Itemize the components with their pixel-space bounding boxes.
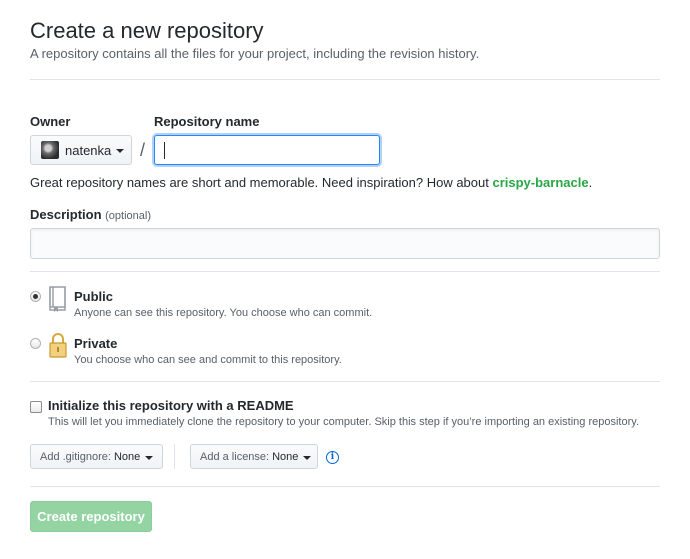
chevron-down-icon [145, 455, 154, 460]
hint-text: Great repository names are short and mem… [30, 175, 493, 190]
avatar [41, 141, 59, 159]
page-title: Create a new repository [30, 18, 264, 43]
hint-end: . [588, 175, 593, 190]
public-radio[interactable] [30, 291, 41, 302]
optional-tag: (optional) [105, 210, 151, 222]
private-radio[interactable] [30, 338, 41, 349]
license-label: Add a license: [200, 450, 270, 463]
create-repository-button[interactable]: Create repository [30, 501, 152, 532]
chevron-down-icon [303, 455, 312, 460]
repo-icon [49, 286, 66, 312]
initialize-readme-note: This will let you immediately clone the … [48, 416, 639, 428]
divider [174, 444, 175, 469]
description-label: Description (optional) [30, 207, 151, 222]
repository-name-label: Repository name [154, 114, 260, 129]
gitignore-value: None [113, 450, 141, 463]
description-label-text: Description [30, 207, 102, 222]
divider [30, 381, 660, 382]
private-option-note: You choose who can see and commit to thi… [74, 354, 342, 366]
repository-name-input[interactable] [154, 135, 380, 165]
owner-repo-separator: / [140, 140, 146, 160]
page-subtitle: A repository contains all the files for … [30, 46, 480, 61]
public-option-note: Anyone can see this repository. You choo… [74, 307, 373, 319]
initialize-readme-checkbox[interactable] [30, 401, 42, 413]
owner-name: natenka [65, 142, 112, 158]
name-suggestion-link[interactable]: crispy-barnacle [492, 175, 588, 190]
private-option-title: Private [74, 336, 118, 351]
initialize-readme-label[interactable]: Initialize this repository with a README [48, 398, 294, 413]
description-input[interactable] [30, 228, 660, 259]
divider [30, 271, 660, 272]
lock-icon [49, 333, 67, 358]
divider [30, 79, 660, 80]
owner-label: Owner [30, 114, 71, 129]
license-value: None [272, 450, 299, 463]
repository-name-hint: Great repository names are short and mem… [30, 175, 592, 190]
gitignore-label: Add .gitignore: [40, 450, 111, 463]
chevron-down-icon [116, 149, 125, 153]
info-icon[interactable]: i [326, 451, 339, 464]
gitignore-dropdown-button[interactable]: Add .gitignore: None [30, 444, 163, 469]
owner-dropdown-button[interactable]: natenka [30, 135, 132, 165]
divider [30, 486, 660, 487]
text-cursor [164, 142, 165, 159]
license-dropdown-button[interactable]: Add a license: None [190, 444, 318, 469]
public-option-title: Public [74, 289, 114, 304]
